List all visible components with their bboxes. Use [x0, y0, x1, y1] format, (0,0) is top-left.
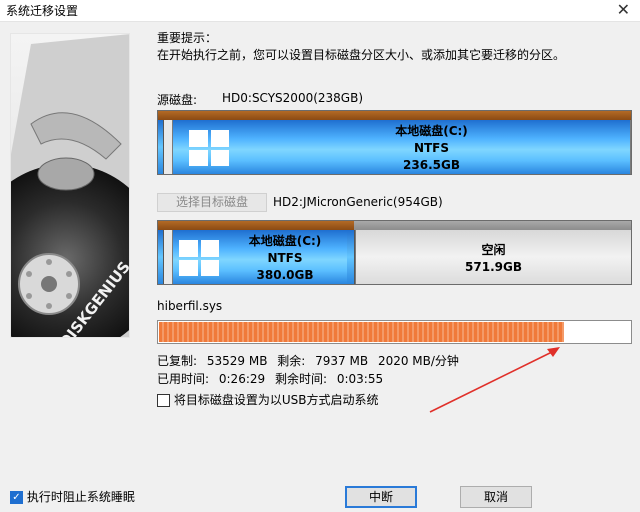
close-icon[interactable]: ✕ [617, 1, 630, 19]
time-left-label: 剩余时间: [274, 372, 328, 386]
target-disk-bar: 本地磁盘(C:) NTFS 380.0GB 空闲 571.9GB [157, 220, 632, 285]
prevent-sleep-option[interactable]: ✓ 执行时阻止系统睡眠 [10, 488, 135, 505]
source-partition-fs: NTFS [413, 141, 450, 155]
target-partition-size: 380.0GB [256, 268, 314, 282]
window-title: 系统迁移设置 [6, 4, 79, 18]
cancel-button[interactable]: 取消 [460, 486, 532, 508]
copy-speed: 2020 MB/分钟 [377, 354, 459, 368]
free-space-size: 571.9GB [465, 260, 522, 274]
copied-value: 53529 MB [206, 354, 268, 368]
source-disk-bar: 本地磁盘(C:) NTFS 236.5GB [157, 110, 632, 175]
usb-boot-option[interactable]: 将目标磁盘设置为以USB方式启动系统 [157, 391, 378, 408]
target-partition-fs: NTFS [267, 251, 303, 265]
hint-title: 重要提示： [157, 31, 218, 45]
prevent-sleep-checkbox[interactable]: ✓ [10, 491, 23, 504]
stop-button[interactable]: 中断 [345, 486, 417, 508]
diskgenius-hdd-image: DISKGENIUS [10, 33, 130, 338]
remaining-label: 剩余: [277, 354, 306, 368]
target-disk-name: HD2:JMicronGeneric(954GB) [273, 195, 443, 209]
source-partition-c[interactable]: 本地磁盘(C:) NTFS 236.5GB [172, 120, 631, 174]
target-small-partition[interactable] [158, 230, 164, 284]
progress-fill [159, 322, 564, 342]
windows-logo-icon [179, 240, 219, 276]
source-partition-name: 本地磁盘(C:) [395, 124, 468, 138]
current-file-name: hiberfil.sys [157, 299, 223, 313]
copied-label: 已复制: [157, 354, 198, 368]
copy-stats-row: 已复制: 53529 MB 剩余: 7937 MB 2020 MB/分钟 [157, 352, 465, 369]
time-left-value: 0:03:55 [336, 372, 384, 386]
source-small-partition[interactable] [158, 120, 164, 174]
title-bar: 系统迁移设置 ✕ [0, 0, 640, 22]
hint-text: 在开始执行之前，您可以设置目标磁盘分区大小、或添加其它要迁移的分区。 [157, 48, 566, 62]
target-partition-c[interactable]: 本地磁盘(C:) NTFS 380.0GB [172, 230, 348, 284]
prevent-sleep-label: 执行时阻止系统睡眠 [26, 490, 135, 504]
source-partition-size: 236.5GB [403, 158, 460, 172]
target-partition-name: 本地磁盘(C:) [248, 234, 322, 248]
copy-progress-bar [157, 320, 632, 344]
source-disk-name: HD0:SCYS2000(238GB) [222, 91, 364, 105]
partition-resize-handle[interactable] [347, 230, 355, 284]
target-free-space[interactable]: 空闲 571.9GB [355, 230, 631, 284]
source-disk-label: 源磁盘: [157, 93, 198, 107]
windows-logo-icon [189, 130, 229, 166]
usb-boot-label: 将目标磁盘设置为以USB方式启动系统 [173, 393, 379, 407]
usb-boot-checkbox[interactable] [157, 394, 170, 407]
remaining-value: 7937 MB [315, 354, 369, 368]
elapsed-value: 0:26:29 [218, 372, 266, 386]
free-space-name: 空闲 [481, 243, 506, 257]
time-stats-row: 已用时间: 0:26:29 剩余时间: 0:03:55 [157, 370, 389, 387]
select-target-disk-button[interactable]: 选择目标磁盘 [157, 193, 267, 212]
elapsed-label: 已用时间: [157, 372, 210, 386]
